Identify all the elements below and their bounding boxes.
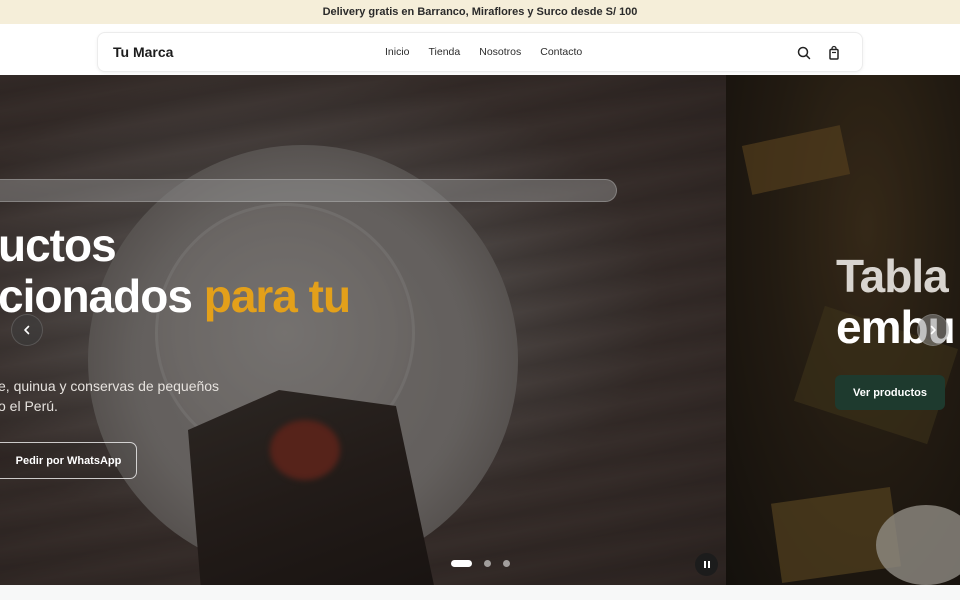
view-products-button[interactable]: Ver productos	[835, 375, 945, 410]
hero-slide-1: uctos cionados para tu e, quinua y conse…	[0, 75, 726, 585]
hero-carousel: uctos cionados para tu e, quinua y conse…	[0, 75, 960, 585]
main-nav: Inicio Tienda Nosotros Contacto	[385, 46, 601, 58]
brand-logo[interactable]: Tu Marca	[113, 44, 173, 60]
shopping-bag-icon[interactable]	[826, 45, 842, 61]
slide-eyebrow-pill	[0, 179, 617, 202]
pause-icon	[703, 561, 711, 568]
carousel-dot-3[interactable]	[503, 560, 510, 567]
next-section	[0, 585, 960, 600]
slide-1-heading-accent: para tu	[203, 270, 351, 322]
slide-1-heading-line2: cionados para tu	[0, 270, 351, 322]
whatsapp-order-button[interactable]: Pedir por WhatsApp	[0, 442, 137, 479]
carousel-prev-button[interactable]	[11, 314, 43, 346]
nav-link-contacto[interactable]: Contacto	[540, 46, 582, 58]
slide-1-subtitle-line1: e, quinua y conservas de pequeños	[0, 378, 220, 394]
slide-overlay	[0, 75, 726, 585]
slide-1-heading: uctos cionados para tu	[0, 219, 351, 322]
chevron-left-icon	[24, 325, 30, 335]
navbar: Tu Marca Inicio Tienda Nosotros Contacto	[97, 32, 863, 72]
chevron-right-icon	[930, 325, 936, 335]
nav-link-nosotros[interactable]: Nosotros	[479, 46, 521, 58]
nav-link-tienda[interactable]: Tienda	[429, 46, 461, 58]
slide-2-heading-line1: Tabla	[836, 250, 949, 302]
slide-1-subtitle: e, quinua y conservas de pequeños o el P…	[0, 377, 219, 416]
site-header: Tu Marca Inicio Tienda Nosotros Contacto	[0, 24, 960, 75]
nav-link-inicio[interactable]: Inicio	[385, 46, 410, 58]
search-icon[interactable]	[796, 45, 812, 61]
slide-1-heading-line1: uctos	[0, 219, 117, 271]
announcement-bar: Delivery gratis en Barranco, Miraflores …	[0, 0, 960, 24]
carousel-dot-1[interactable]	[451, 560, 472, 567]
carousel-dot-2[interactable]	[484, 560, 491, 567]
carousel-dots	[451, 560, 522, 567]
carousel-next-button[interactable]	[917, 314, 949, 346]
carousel-pause-button[interactable]	[695, 553, 718, 576]
announcement-text: Delivery gratis en Barranco, Miraflores …	[322, 6, 638, 18]
slide-1-subtitle-line2: o el Perú.	[0, 397, 58, 414]
